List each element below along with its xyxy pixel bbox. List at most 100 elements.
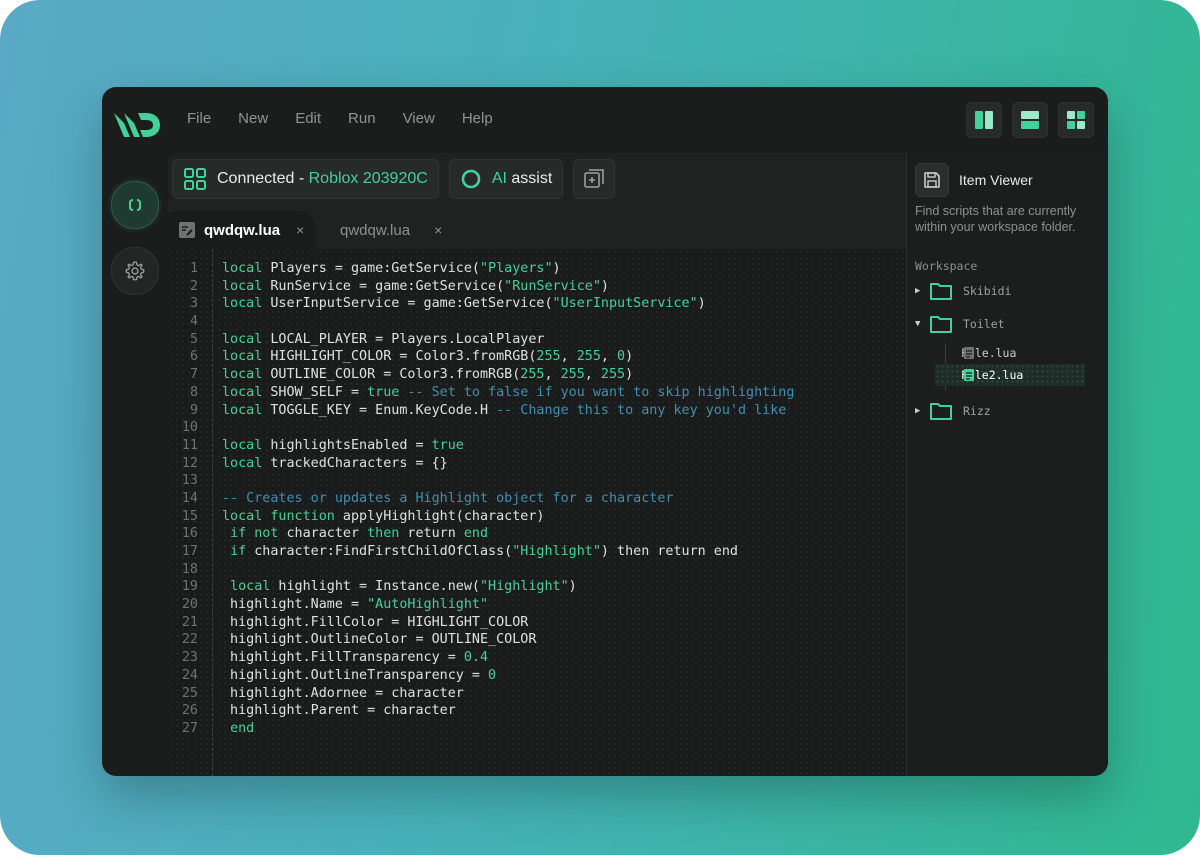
- code-token: end: [463, 526, 489, 542]
- ai-assist-button[interactable]: AI assist: [448, 159, 564, 199]
- code-token: local: [222, 367, 263, 383]
- code-line[interactable]: 13: [168, 472, 906, 490]
- code-token: if: [230, 544, 247, 559]
- tab-label: qwdqw.lua: [204, 221, 281, 239]
- grid-icon: [184, 168, 206, 190]
- code-line[interactable]: 25 highlight.Adornee = character: [168, 685, 906, 703]
- app-window: File New Edit Run View Help Connected - …: [102, 87, 1108, 776]
- folder-row-toilet[interactable]: ▼ Toilet: [915, 314, 1005, 334]
- code-token: UserInputService = game:GetService(: [262, 296, 553, 312]
- code-token: local: [222, 402, 263, 418]
- line-number: 17: [181, 544, 198, 559]
- code-token: local: [230, 579, 271, 595]
- code-line[interactable]: 24 highlight.OutlineTransparency = 0: [168, 667, 906, 685]
- code-line[interactable]: 22 highlight.OutlineColor = OUTLINE_COLO…: [168, 631, 906, 649]
- code-token: local: [222, 331, 263, 347]
- code-token: end: [230, 720, 255, 736]
- code-token: local: [222, 384, 263, 400]
- file-icon: [964, 369, 974, 381]
- close-icon[interactable]: ×: [296, 222, 304, 238]
- line-number: 12: [181, 455, 198, 471]
- menu-new[interactable]: New: [238, 109, 268, 129]
- line-number: 8: [189, 384, 198, 400]
- expand-arrow-icon[interactable]: ▶: [915, 286, 929, 296]
- line-number: 9: [189, 402, 198, 418]
- code-token: 255: [576, 349, 601, 365]
- grid-layout-icon: [1067, 111, 1085, 129]
- tab-active[interactable]: qwdqw.lua ×: [168, 211, 316, 249]
- folder-name: Toilet: [963, 317, 1005, 331]
- code-line[interactable]: 2 local RunService = game:GetService("Run…: [168, 278, 906, 296]
- code-line[interactable]: 15 local function applyHighlight(characte…: [168, 508, 906, 526]
- code-line[interactable]: 1 local Players = game:GetService("Player…: [168, 260, 906, 278]
- connection-status[interactable]: Connected - Roblox 203920C: [172, 159, 439, 199]
- code-line[interactable]: 18: [168, 561, 906, 579]
- code-line[interactable]: 8 local SHOW_SELF = true -- Set to false …: [168, 384, 906, 402]
- menu-file[interactable]: File: [187, 109, 211, 129]
- code-token: highlight.FillColor = HIGHLIGHT_COLOR: [222, 614, 529, 630]
- code-line[interactable]: 5 local LOCAL_PLAYER = Players.LocalPlaye…: [168, 331, 906, 349]
- folder-row-skibidi[interactable]: ▶ Skibidi: [915, 281, 1011, 301]
- code-token: ,: [544, 367, 561, 383]
- code-token: local: [222, 278, 263, 294]
- code-line[interactable]: 20 highlight.Name = "AutoHighlight": [168, 596, 906, 614]
- layout-grid-button[interactable]: [1058, 102, 1094, 138]
- line-number: 7: [189, 367, 198, 383]
- item-viewer-description: Find scripts that are currently within y…: [915, 204, 1077, 234]
- settings-button[interactable]: [111, 247, 159, 295]
- code-line[interactable]: 19 local highlight = Instance.new("Highl…: [168, 578, 906, 596]
- menu-edit[interactable]: Edit: [295, 109, 321, 129]
- code-token: true: [367, 384, 400, 400]
- folder-row-rizz[interactable]: ▶ Rizz: [915, 401, 991, 421]
- code-line[interactable]: 11 local highlightsEnabled = true: [168, 437, 906, 455]
- code-token: -- Creates or updates a Highlight object…: [222, 490, 674, 506]
- code-token: "Highlight": [479, 579, 569, 595]
- code-token: ,: [560, 349, 577, 365]
- menu-run[interactable]: Run: [348, 109, 376, 129]
- code-token: ): [625, 349, 634, 365]
- menu-view[interactable]: View: [403, 109, 435, 129]
- code-line[interactable]: 26 highlight.Parent = character: [168, 702, 906, 720]
- save-icon[interactable]: [915, 163, 949, 197]
- collapse-arrow-icon[interactable]: ▼: [915, 319, 929, 329]
- code-token: "Players": [479, 261, 553, 276]
- code-editor-button[interactable]: [111, 181, 159, 229]
- code-line[interactable]: 14 -- Creates or updates a Highlight obje…: [168, 490, 906, 508]
- folder-icon: [930, 403, 952, 420]
- expand-arrow-icon[interactable]: ▶: [915, 406, 929, 416]
- code-line[interactable]: 27 end: [168, 720, 906, 738]
- code-token: highlight.FillTransparency =: [222, 650, 464, 666]
- item-viewer-header: Item Viewer: [915, 163, 1033, 197]
- code-line[interactable]: 23 highlight.FillTransparency = 0.4: [168, 649, 906, 667]
- close-icon[interactable]: ×: [434, 222, 442, 238]
- code-line[interactable]: 12 local trackedCharacters = {}: [168, 455, 906, 473]
- line-number: 23: [181, 650, 198, 666]
- code-token: ,: [584, 367, 601, 383]
- line-number: 26: [181, 703, 198, 719]
- add-file-icon: [584, 169, 605, 188]
- code-token: then: [367, 526, 400, 542]
- status-target: Roblox 203920C: [308, 170, 428, 187]
- code-line[interactable]: 17 if character:FindFirstChildOfClass("H…: [168, 543, 906, 561]
- code-line[interactable]: 3 local UserInputService = game:GetServic…: [168, 295, 906, 313]
- menu-bar: File New Edit Run View Help: [187, 109, 520, 129]
- menu-help[interactable]: Help: [462, 109, 493, 129]
- folder-name: Rizz: [963, 404, 991, 418]
- code-line[interactable]: 4: [168, 313, 906, 331]
- code-line[interactable]: 21 highlight.FillColor = HIGHLIGHT_COLOR: [168, 614, 906, 632]
- code-line[interactable]: 6 local HIGHLIGHT_COLOR = Color3.fromRGB(…: [168, 348, 906, 366]
- file-row-selected[interactable]: File2.lua: [935, 364, 1085, 386]
- code-line[interactable]: 16 if not character then return end: [168, 525, 906, 543]
- layout-columns-button[interactable]: [966, 102, 1002, 138]
- code-line[interactable]: 9 local TOGGLE_KEY = Enum.KeyCode.H -- Ch…: [168, 402, 906, 420]
- tab-inactive[interactable]: qwdqw.lua ×: [328, 211, 448, 249]
- code-token: Players = game:GetService(: [262, 261, 480, 276]
- new-tab-button[interactable]: [573, 159, 616, 199]
- code-token: 255: [520, 367, 545, 383]
- code-editor[interactable]: 1 local Players = game:GetService("Player…: [168, 249, 906, 776]
- code-line[interactable]: 7 local OUTLINE_COLOR = Color3.fromRGB(25…: [168, 366, 906, 384]
- code-line[interactable]: 10: [168, 419, 906, 437]
- file-row[interactable]: File.lua: [935, 342, 1016, 364]
- layout-rows-button[interactable]: [1012, 102, 1048, 138]
